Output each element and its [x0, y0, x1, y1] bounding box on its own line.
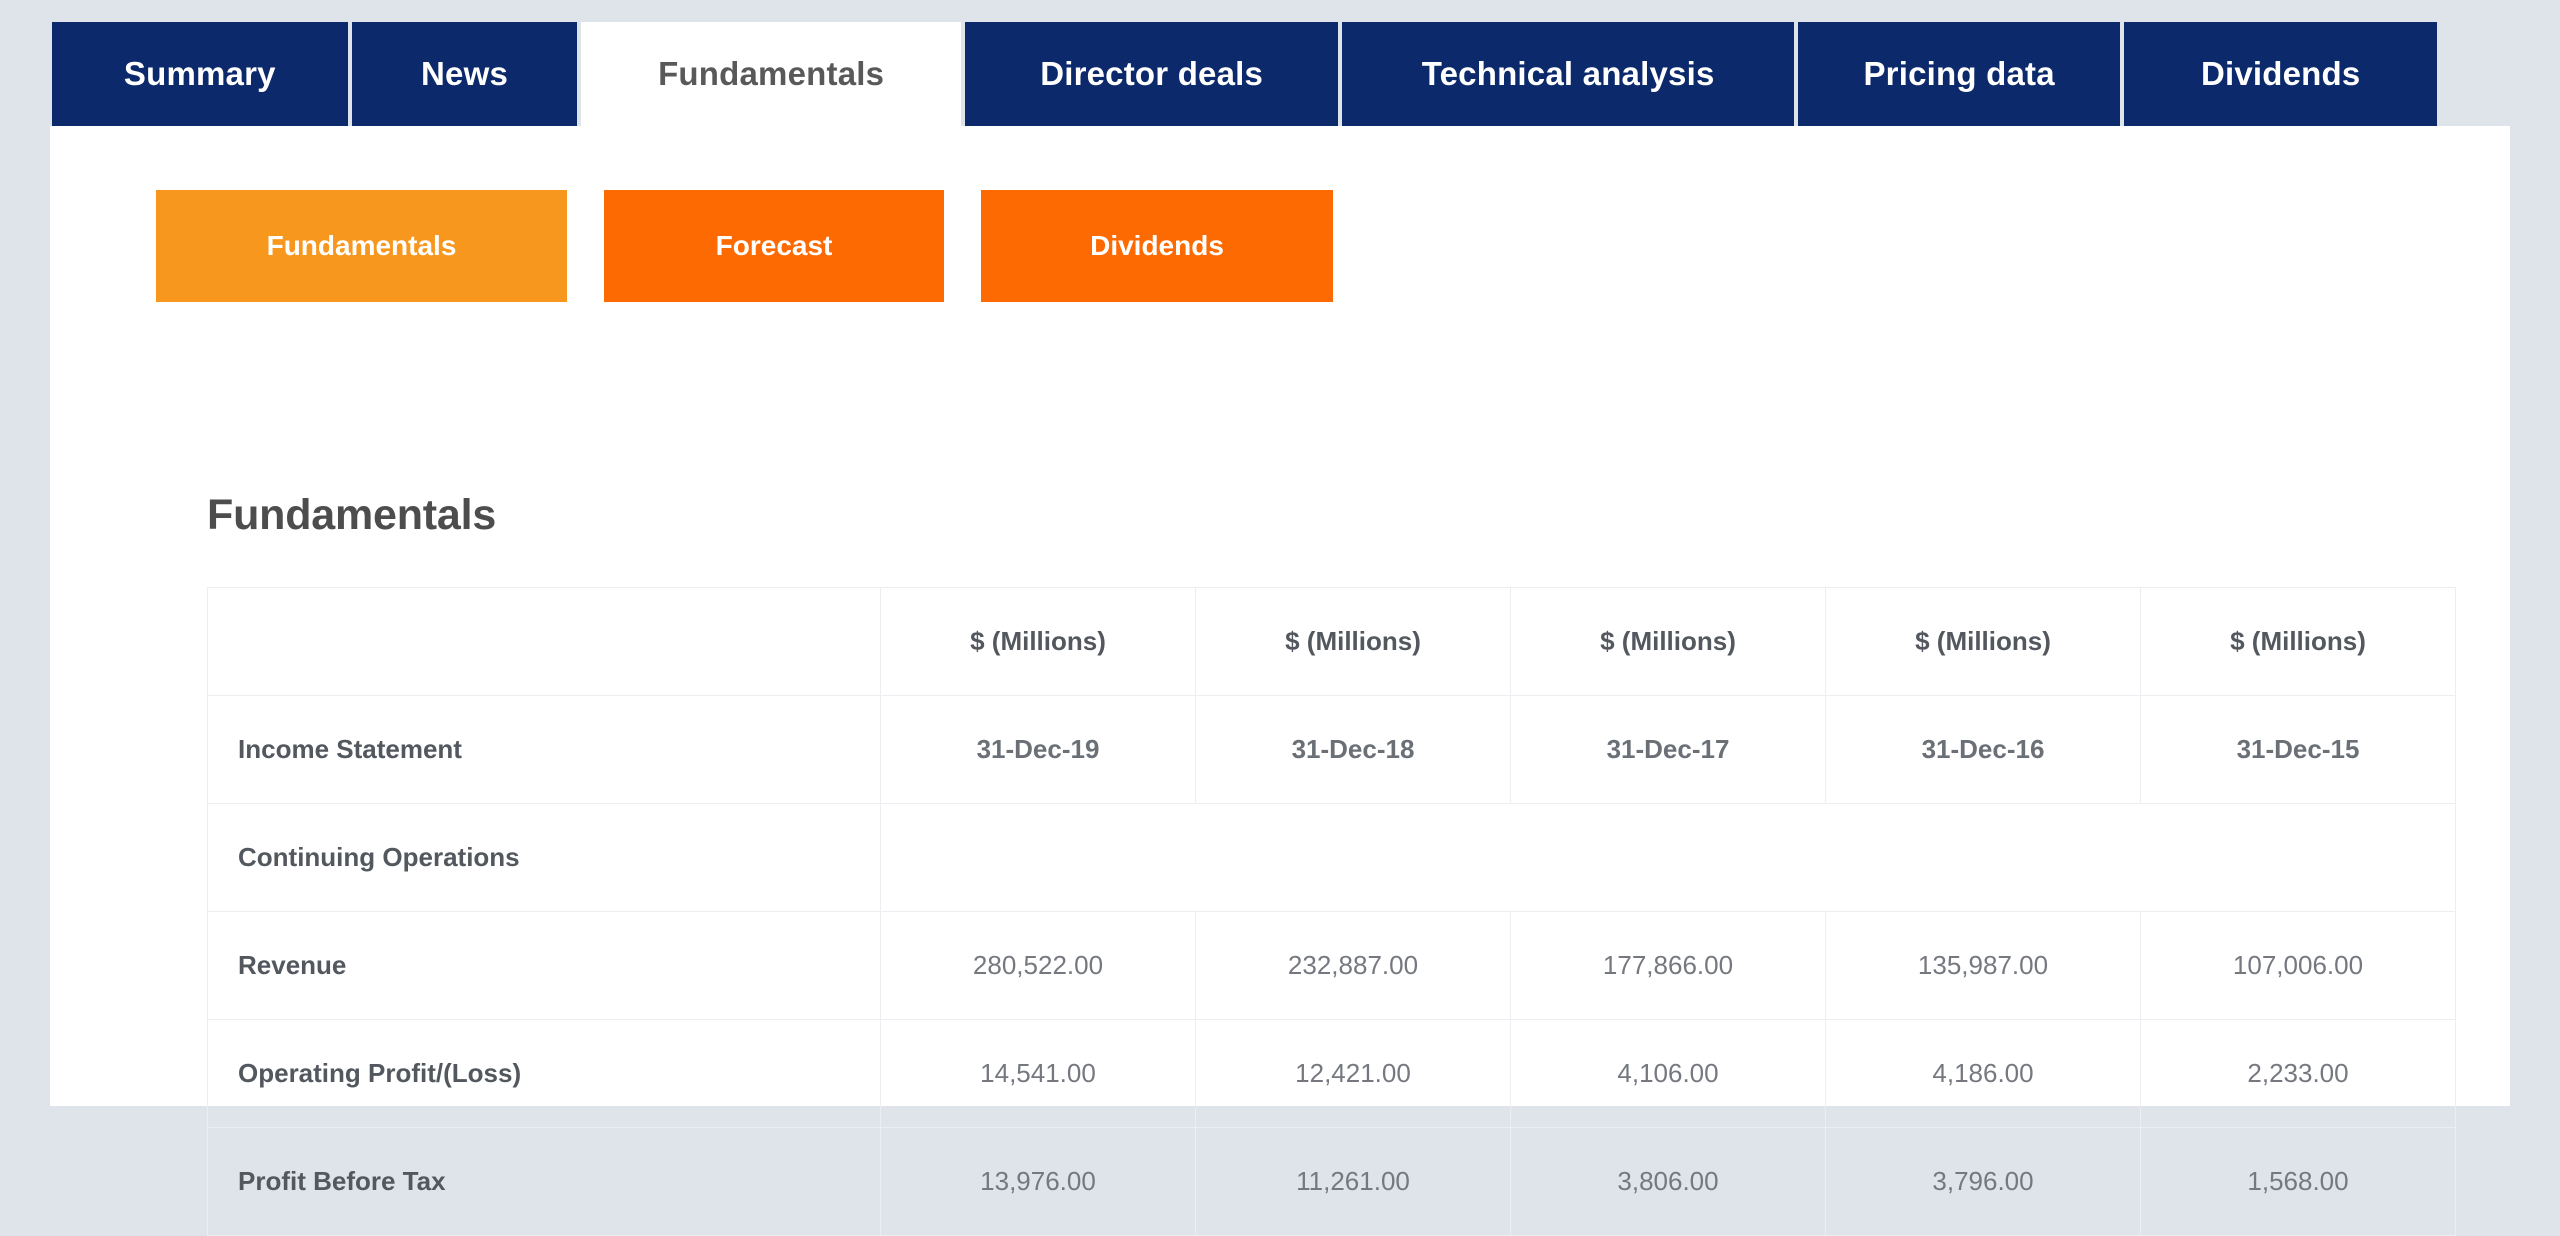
table-row-income-statement: Income Statement 31-Dec-19 31-Dec-18 31-… [208, 696, 2456, 804]
row-label: Income Statement [208, 696, 881, 804]
row-value: 135,987.00 [1826, 912, 2141, 1020]
row-value: 4,106.00 [1511, 1020, 1826, 1128]
unit-header-cell: $ (Millions) [2141, 588, 2456, 696]
fundamentals-table: $ (Millions) $ (Millions) $ (Millions) $… [207, 587, 2456, 1236]
table-header-row: $ (Millions) $ (Millions) $ (Millions) $… [208, 588, 2456, 696]
period-date-cell: 31-Dec-15 [2141, 696, 2456, 804]
unit-header-cell: $ (Millions) [1826, 588, 2141, 696]
nav-tab-dividends[interactable]: Dividends [2124, 22, 2437, 126]
nav-tab-technical-analysis[interactable]: Technical analysis [1342, 22, 1793, 126]
table-row: Profit Before Tax 13,976.00 11,261.00 3,… [208, 1128, 2456, 1236]
row-value: 1,568.00 [2141, 1128, 2456, 1236]
nav-tab-label: Pricing data [1863, 55, 2054, 93]
row-label: Continuing Operations [208, 804, 881, 912]
nav-tab-label: Fundamentals [658, 55, 884, 93]
page-title: Fundamentals [207, 491, 496, 540]
sub-nav: Fundamentals Forecast Dividends [156, 190, 1333, 302]
row-value: 3,806.00 [1511, 1128, 1826, 1236]
period-date-cell: 31-Dec-19 [881, 696, 1196, 804]
table-row: Continuing Operations [208, 804, 2456, 912]
subnav-button-forecast[interactable]: Forecast [604, 190, 944, 302]
nav-tab-label: News [421, 55, 508, 93]
unit-header-cell: $ (Millions) [881, 588, 1196, 696]
page-root: Summary News Fundamentals Director deals… [0, 0, 2560, 1106]
subnav-button-dividends[interactable]: Dividends [981, 190, 1333, 302]
period-date-cell: 31-Dec-17 [1511, 696, 1826, 804]
row-value: 14,541.00 [881, 1020, 1196, 1128]
row-label: Profit Before Tax [208, 1128, 881, 1236]
row-value-empty [881, 804, 2456, 912]
nav-tab-label: Technical analysis [1422, 55, 1715, 93]
subnav-button-fundamentals[interactable]: Fundamentals [156, 190, 567, 302]
table-row: Operating Profit/(Loss) 14,541.00 12,421… [208, 1020, 2456, 1128]
fundamentals-table-wrapper: $ (Millions) $ (Millions) $ (Millions) $… [207, 587, 2455, 1236]
unit-header-blank [208, 588, 881, 696]
row-value: 4,186.00 [1826, 1020, 2141, 1128]
row-value: 2,233.00 [2141, 1020, 2456, 1128]
nav-tab-summary[interactable]: Summary [52, 22, 348, 126]
row-value: 12,421.00 [1196, 1020, 1511, 1128]
row-label: Operating Profit/(Loss) [208, 1020, 881, 1128]
table-header: $ (Millions) $ (Millions) $ (Millions) $… [208, 588, 2456, 696]
subnav-button-label: Fundamentals [267, 230, 457, 262]
nav-tab-pricing-data[interactable]: Pricing data [1798, 22, 2121, 126]
primary-nav: Summary News Fundamentals Director deals… [52, 22, 2437, 126]
row-value: 11,261.00 [1196, 1128, 1511, 1236]
unit-header-cell: $ (Millions) [1511, 588, 1826, 696]
row-value: 280,522.00 [881, 912, 1196, 1020]
subnav-button-label: Dividends [1090, 230, 1224, 262]
period-date-cell: 31-Dec-16 [1826, 696, 2141, 804]
period-date-cell: 31-Dec-18 [1196, 696, 1511, 804]
nav-tab-label: Director deals [1040, 55, 1263, 93]
nav-tab-director-deals[interactable]: Director deals [965, 22, 1339, 126]
unit-header-cell: $ (Millions) [1196, 588, 1511, 696]
subnav-button-label: Forecast [716, 230, 833, 262]
row-value: 3,796.00 [1826, 1128, 2141, 1236]
nav-tab-news[interactable]: News [352, 22, 578, 126]
row-value: 177,866.00 [1511, 912, 1826, 1020]
row-value: 13,976.00 [881, 1128, 1196, 1236]
row-value: 232,887.00 [1196, 912, 1511, 1020]
row-value: 107,006.00 [2141, 912, 2456, 1020]
content-panel: Fundamentals Forecast Dividends Fundamen… [50, 126, 2510, 1106]
nav-tab-fundamentals[interactable]: Fundamentals [581, 22, 961, 126]
table-row: Revenue 280,522.00 232,887.00 177,866.00… [208, 912, 2456, 1020]
table-body: Income Statement 31-Dec-19 31-Dec-18 31-… [208, 696, 2456, 1236]
row-label: Revenue [208, 912, 881, 1020]
nav-tab-label: Dividends [2201, 55, 2361, 93]
nav-tab-label: Summary [124, 55, 276, 93]
